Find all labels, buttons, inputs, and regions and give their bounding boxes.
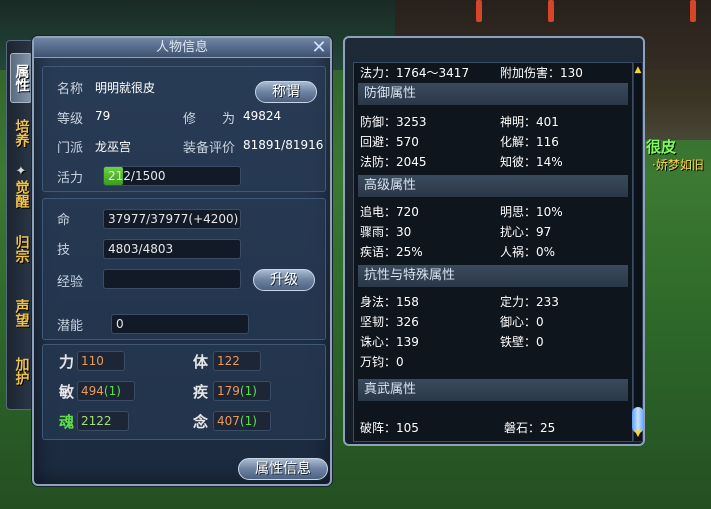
sect-label: 门派: [57, 141, 84, 156]
exp-label: 经验: [57, 275, 84, 290]
resources-box: 命 37977/37977(+4200) 技 4803/4803 经验 升级 潜…: [42, 198, 326, 340]
attr-stat: 知彼：14%: [500, 155, 563, 169]
agility-box: 494(1): [77, 381, 135, 401]
scroll-up-icon[interactable]: ▲: [634, 65, 642, 75]
energy-label: 活力: [57, 171, 84, 186]
scroll-down-icon[interactable]: ▼: [634, 429, 642, 439]
mind-box: 407(1): [213, 411, 271, 431]
character-name: 明明就很皮: [95, 81, 156, 95]
attr-stat: 万钧：0: [360, 355, 404, 369]
stats-box: 力 110 体 122 敏 494(1) 疾 179(1) 魂 2122 念 4…: [42, 344, 326, 440]
attr-stat: 扰心：97: [500, 225, 552, 239]
attr-stat: 神明：401: [500, 115, 559, 129]
energy-value: 212/1500: [108, 169, 166, 183]
exp-field: [103, 269, 241, 289]
mana-stat: 法力：1764～3417: [360, 66, 470, 80]
skill-label: 技: [57, 243, 71, 258]
player-title: ·娇梦如旧: [652, 158, 704, 172]
section-resist: 抗性与特殊属性: [358, 265, 628, 287]
lantern: [476, 0, 482, 22]
tab-reputation[interactable]: 声望: [10, 291, 32, 335]
speed-bonus: (1): [239, 384, 257, 398]
mind-bonus: (1): [239, 414, 257, 428]
tab-protect[interactable]: 加护: [10, 349, 32, 393]
attr-stat: 疾语：25%: [360, 245, 423, 259]
speed-box: 179(1): [213, 381, 271, 401]
skill-field: 4803/4803: [103, 239, 241, 259]
level-label: 等级: [57, 112, 84, 127]
equip-score-label: 装备评价: [183, 141, 236, 156]
strength-label: 力: [59, 353, 75, 371]
attr-stat: 骤雨：30: [360, 225, 412, 239]
soul-value: 2122: [77, 411, 129, 431]
attr-stat: 回避：570: [360, 135, 419, 149]
character-info-panel: 人物信息 ✕ 名称 明明就很皮 称谓 等级 79 修 为 49824 门派 龙巫…: [32, 36, 332, 486]
attr-stat: 追电：720: [360, 205, 419, 219]
player-nameplate[interactable]: 很皮: [646, 136, 676, 157]
cultivation-label: 修 为: [183, 112, 236, 127]
extra-damage-stat: 附加伤害：130: [500, 66, 583, 80]
attribute-detail-panel: 法力：1764～3417 附加伤害：130 防御属性 防御：3253 神明：40…: [343, 36, 645, 446]
section-advanced: 高级属性: [358, 175, 628, 197]
upgrade-button[interactable]: 升级: [253, 269, 315, 291]
name-label: 名称: [57, 82, 84, 97]
potential-field: 0: [111, 314, 249, 334]
tab-label: 觉醒: [13, 179, 30, 208]
mind-value: 407: [217, 414, 240, 428]
attr-stat: 磐石：25: [504, 421, 556, 435]
constitution-label: 体: [193, 353, 209, 371]
potential-label: 潜能: [57, 319, 84, 334]
attr-stat: 定力：233: [500, 295, 559, 309]
attr-stat: 破阵：105: [360, 421, 419, 435]
attr-stat: 化解：116: [500, 135, 559, 149]
attr-stat: 明思：10%: [500, 205, 563, 219]
soul-label: 魂: [59, 413, 75, 431]
tab-awaken[interactable]: ✦ 觉醒: [10, 157, 32, 213]
sect-value: 龙巫宫: [95, 140, 132, 154]
hp-label: 命: [57, 213, 71, 228]
agility-value: 494: [81, 384, 104, 398]
lantern: [548, 0, 554, 22]
hp-field: 37977/37977(+4200): [103, 209, 241, 229]
tab-attributes[interactable]: 属性: [10, 53, 32, 103]
title-button[interactable]: 称谓: [255, 81, 317, 103]
close-icon[interactable]: ✕: [309, 39, 329, 57]
tab-label: 归宗: [13, 235, 30, 263]
agility-label: 敏: [59, 383, 75, 401]
attribute-list[interactable]: 法力：1764～3417 附加伤害：130 防御属性 防御：3253 神明：40…: [353, 62, 633, 442]
attr-stat: 铁壁：0: [500, 335, 544, 349]
cultivation-value: 49824: [243, 109, 282, 123]
tab-label: 培养: [13, 119, 30, 147]
panel-title: 人物信息: [34, 38, 330, 58]
attr-stat: 法防：2045: [360, 155, 427, 169]
tab-label: 声望: [13, 299, 30, 327]
attr-stat: 御心：0: [500, 315, 544, 329]
level-value: 79: [95, 109, 111, 123]
lantern: [690, 0, 696, 22]
speed-value: 179: [217, 384, 240, 398]
tab-label: 加护: [13, 357, 30, 385]
run-icon: ✦: [15, 163, 27, 179]
attr-stat: 防御：3253: [360, 115, 427, 129]
side-tab-bar: 属性 培养 ✦ 觉醒 归宗 声望 加护: [6, 40, 34, 410]
attribute-info-button[interactable]: 属性信息: [238, 458, 328, 480]
attribute-scrollbar[interactable]: ▲ ▼: [632, 62, 644, 442]
equip-score-value: 81891/81916: [243, 138, 324, 152]
basic-info-box: 名称 明明就很皮 称谓 等级 79 修 为 49824 门派 龙巫宫 装备评价 …: [42, 66, 326, 192]
tab-cultivate[interactable]: 培养: [10, 113, 32, 153]
mind-label: 念: [193, 413, 209, 431]
attr-stat: 诛心：139: [360, 335, 419, 349]
attr-stat: 人祸：0%: [500, 245, 556, 259]
strength-value: 110: [77, 351, 125, 371]
tab-return-sect[interactable]: 归宗: [10, 227, 32, 271]
energy-bar: 212/1500: [103, 166, 241, 186]
agility-bonus: (1): [103, 384, 121, 398]
section-true-martial: 真武属性: [358, 379, 628, 401]
section-defense: 防御属性: [358, 83, 628, 105]
constitution-value: 122: [213, 351, 261, 371]
attr-stat: 坚韧：326: [360, 315, 419, 329]
attr-stat: 身法：158: [360, 295, 419, 309]
tab-label: 属性: [13, 64, 30, 92]
speed-label: 疾: [193, 383, 209, 401]
